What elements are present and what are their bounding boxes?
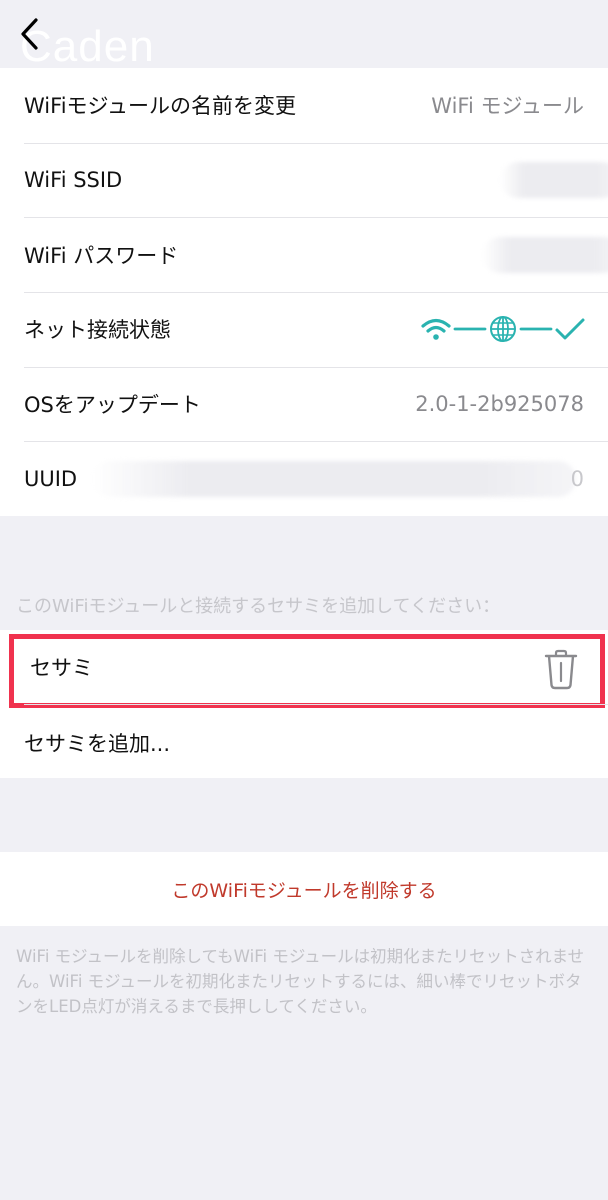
sesame-item-label: セサミ [30, 656, 93, 680]
navigation-bar: Caden [0, 0, 608, 71]
delete-sesame-button[interactable] [542, 648, 580, 690]
password-label: WiFi パスワード [24, 243, 179, 268]
status-row: ネット接続状態 [0, 291, 608, 367]
rename-value: WiFi モジュール [431, 94, 584, 119]
ssid-row[interactable]: WiFi SSID [0, 142, 608, 218]
ssid-value-redacted [500, 161, 608, 198]
highlight-box [9, 634, 605, 708]
uuid-row: UUID 0 [0, 441, 608, 516]
connection-line-icon [453, 327, 487, 331]
uuid-value-redacted [92, 460, 576, 497]
add-sesame-label: セサミを追加... [24, 732, 171, 756]
chevron-left-icon [21, 18, 38, 50]
footer-note: WiFi モジュールを削除してもWiFi モジュールは初期化またリセットされませ… [16, 947, 585, 1016]
password-row[interactable]: WiFi パスワード [0, 217, 608, 292]
list-item[interactable]: セサミ [0, 630, 608, 708]
connection-status-indicator [420, 314, 586, 344]
trash-icon [544, 649, 578, 690]
uuid-value-tail: 0 [570, 466, 584, 491]
delete-module-group: このWiFiモジュールを削除する [0, 852, 608, 926]
uuid-label: UUID [24, 466, 78, 491]
status-label: ネット接続状態 [24, 318, 171, 343]
globe-icon [490, 316, 516, 343]
rename-label: WiFiモジュールの名前を変更 [24, 94, 297, 119]
rename-row[interactable]: WiFiモジュールの名前を変更 WiFi モジュール [0, 68, 608, 143]
checkmark-icon [555, 318, 585, 340]
password-value-redacted [482, 236, 608, 273]
connection-line-icon [519, 327, 553, 331]
delete-module-button[interactable]: このWiFiモジュールを削除する [0, 876, 608, 903]
wifi-module-info-group: WiFiモジュールの名前を変更 WiFi モジュール WiFi SSID WiF… [0, 68, 608, 516]
os-version-value: 2.0-1-2b925078 [415, 391, 584, 416]
sesame-section-header: このWiFiモジュールと接続するセサミを追加してください： [16, 596, 501, 617]
wifi-icon [421, 319, 451, 341]
os-update-row[interactable]: OSをアップデート 2.0-1-2b925078 [0, 366, 608, 442]
sesame-list-group: セサミ セサミを追加... [0, 630, 608, 778]
add-sesame-row[interactable]: セサミを追加... [0, 704, 608, 778]
back-button[interactable] [12, 14, 46, 54]
ssid-label: WiFi SSID [24, 167, 123, 192]
os-update-label: OSをアップデート [24, 392, 201, 417]
